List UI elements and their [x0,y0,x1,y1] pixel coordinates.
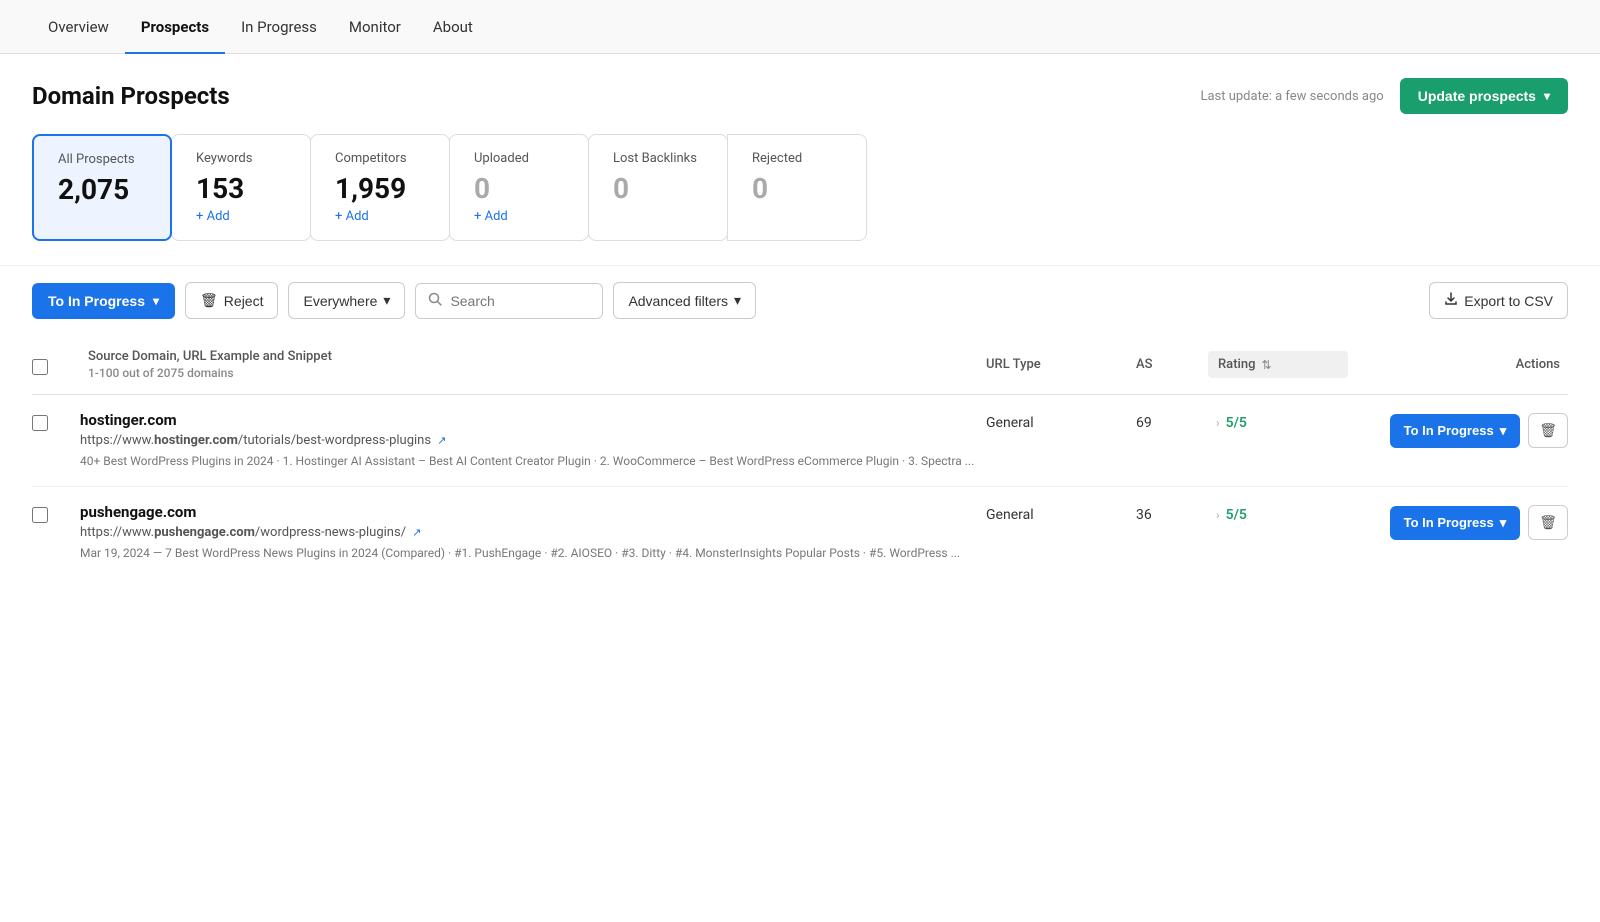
row-2-domain-name: pushengage.com [80,503,978,521]
row-2-domain-cell: pushengage.com https://www.pushengage.co… [80,503,978,562]
row-2-trash-icon: 🗑 [1539,514,1557,531]
row-2-rating-expand-icon[interactable]: › [1216,508,1220,522]
trash-icon: 🗑 [200,292,218,309]
top-nav: Overview Prospects In Progress Monitor A… [0,0,1600,54]
stat-value-rejected: 0 [752,172,842,205]
row-2-rating-value: 5/5 [1226,507,1247,523]
row-1-rating-value: 5/5 [1226,415,1247,431]
header-right: Last update: a few seconds ago Update pr… [1200,78,1568,114]
stat-value-uploaded: 0 [474,172,564,205]
table-row: pushengage.com https://www.pushengage.co… [32,487,1568,578]
stats-row: All Prospects 2,075 Keywords 153 + Add C… [0,134,1600,265]
page-header: Domain Prospects Last update: a few seco… [0,54,1600,134]
advanced-filters-chevron-icon: ▾ [734,292,741,309]
search-icon [428,292,442,310]
row-1-as: 69 [1128,411,1208,431]
nav-item-about[interactable]: About [417,0,489,54]
stat-card-competitors[interactable]: Competitors 1,959 + Add [310,134,450,241]
stat-card-rejected[interactable]: Rejected 0 [727,134,867,241]
row-1-external-link-icon[interactable]: ↗ [437,434,446,447]
nav-item-in-progress[interactable]: In Progress [225,0,333,54]
row-2-rating: › 5/5 [1208,503,1348,523]
header-checkbox-cell [32,355,80,375]
page-title: Domain Prospects [32,82,230,110]
nav-item-prospects[interactable]: Prospects [125,0,225,54]
header-source: Source Domain, URL Example and Snippet 1… [80,345,978,384]
row-1-url-type: General [978,411,1128,431]
stat-value-lost-backlinks: 0 [613,172,703,205]
row-1-trash-icon: 🗑 [1539,422,1557,439]
row-2-to-in-progress-button[interactable]: To In Progress ▾ [1390,506,1521,540]
stat-value-competitors: 1,959 [335,172,425,205]
stat-add-uploaded[interactable]: + Add [474,209,564,224]
header-as: AS [1128,353,1208,376]
stat-card-all-prospects[interactable]: All Prospects 2,075 [32,134,172,241]
stat-label-rejected: Rejected [752,151,842,166]
row-2-snippet: Mar 19, 2024 — 7 Best WordPress News Plu… [80,544,978,562]
to-in-progress-button[interactable]: To In Progress ▾ [32,283,175,319]
row-2-delete-button[interactable]: 🗑 [1528,505,1568,540]
stat-value-all: 2,075 [58,173,146,206]
table-row: hostinger.com https://www.hostinger.com/… [32,395,1568,487]
row-2-external-link-icon[interactable]: ↗ [412,526,421,539]
row-1-checkbox-cell [32,411,80,431]
export-icon [1444,292,1458,309]
select-all-checkbox[interactable] [32,359,48,375]
row-2-checkbox-cell [32,503,80,523]
advanced-filters-button[interactable]: Advanced filters ▾ [613,282,756,319]
row-1-rating-expand-icon[interactable]: › [1216,416,1220,430]
search-input[interactable] [450,293,590,309]
stat-card-keywords[interactable]: Keywords 153 + Add [171,134,311,241]
rating-sort-icon[interactable]: ⇅ [1261,358,1271,372]
toolbar: To In Progress ▾ 🗑 Reject Everywhere ▾ A… [0,265,1600,335]
row-2-domain-url: https://www.pushengage.com/wordpress-new… [80,525,978,540]
row-1-domain-name: hostinger.com [80,411,978,429]
update-btn-chevron-icon: ▾ [1544,89,1550,103]
stat-label-keywords: Keywords [196,151,286,166]
row-1-action-chevron-icon: ▾ [1500,423,1507,439]
row-1-to-in-progress-button[interactable]: To In Progress ▾ [1390,414,1521,448]
table-container: Source Domain, URL Example and Snippet 1… [0,335,1600,578]
row-1-snippet: 40+ Best WordPress Plugins in 2024 · 1. … [80,452,978,470]
stat-value-keywords: 153 [196,172,286,205]
row-2-checkbox[interactable] [32,507,48,523]
everywhere-chevron-icon: ▾ [383,292,390,309]
row-1-delete-button[interactable]: 🗑 [1528,413,1568,448]
everywhere-dropdown[interactable]: Everywhere ▾ [288,282,405,319]
last-update-text: Last update: a few seconds ago [1200,89,1383,104]
row-2-url-type: General [978,503,1128,523]
reject-button[interactable]: 🗑 Reject [185,282,278,319]
nav-item-overview[interactable]: Overview [32,0,125,54]
row-2-as: 36 [1128,503,1208,523]
row-2-actions: To In Progress ▾ 🗑 [1348,503,1568,540]
row-1-actions: To In Progress ▾ 🗑 [1348,411,1568,448]
update-prospects-button[interactable]: Update prospects ▾ [1400,78,1568,114]
table-subheader-count: 1-100 out of 2075 domains [88,366,970,380]
stat-label-all: All Prospects [58,152,146,167]
header-actions: Actions [1348,353,1568,376]
row-1-domain-cell: hostinger.com https://www.hostinger.com/… [80,411,978,470]
stat-add-competitors[interactable]: + Add [335,209,425,224]
stat-card-lost-backlinks[interactable]: Lost Backlinks 0 [588,134,728,241]
stat-label-lost-backlinks: Lost Backlinks [613,151,703,166]
nav-item-monitor[interactable]: Monitor [333,0,417,54]
header-rating: Rating ⇅ [1208,351,1348,378]
row-1-domain-url: https://www.hostinger.com/tutorials/best… [80,433,978,448]
row-2-action-chevron-icon: ▾ [1500,515,1507,531]
stat-add-keywords[interactable]: + Add [196,209,286,224]
stat-label-uploaded: Uploaded [474,151,564,166]
row-1-rating: › 5/5 [1208,411,1348,431]
export-csv-button[interactable]: Export to CSV [1429,282,1568,319]
to-in-progress-chevron-icon: ▾ [153,294,159,308]
table-header: Source Domain, URL Example and Snippet 1… [32,335,1568,395]
header-url-type: URL Type [978,353,1128,376]
row-1-checkbox[interactable] [32,415,48,431]
stat-label-competitors: Competitors [335,151,425,166]
stat-card-uploaded[interactable]: Uploaded 0 + Add [449,134,589,241]
search-wrapper [415,283,603,319]
